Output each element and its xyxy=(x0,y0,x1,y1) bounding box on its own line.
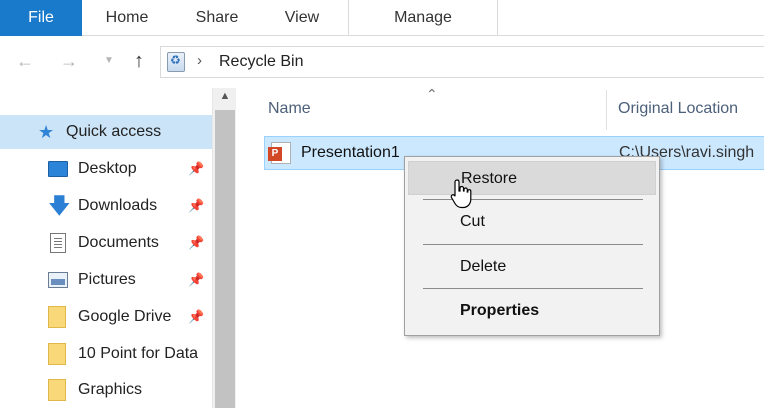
column-header-original-location[interactable]: Original Location xyxy=(618,94,738,124)
folder-icon xyxy=(48,343,66,365)
menu-divider xyxy=(423,288,643,289)
documents-icon xyxy=(50,233,66,253)
sidebar-item-label: Desktop xyxy=(78,160,137,177)
pin-icon: 📌 xyxy=(188,161,205,176)
arrow-up-icon: ↑ xyxy=(134,50,144,72)
scroll-thumb[interactable] xyxy=(215,110,235,408)
tab-file[interactable]: File xyxy=(0,0,82,36)
sidebar-item-label: Documents xyxy=(78,234,159,251)
sidebar-item-google-drive[interactable]: Google Drive 📌 xyxy=(0,300,212,334)
folder-icon xyxy=(48,379,66,401)
sort-ascending-icon: ⌃ xyxy=(426,86,438,102)
sidebar-item-downloads[interactable]: 🡇 Downloads 📌 xyxy=(0,189,212,223)
sidebar-item-desktop[interactable]: Desktop 📌 xyxy=(0,152,212,186)
file-name: Presentation1 xyxy=(301,144,400,161)
folder-icon xyxy=(48,306,66,328)
restore-menu-item[interactable]: Restore xyxy=(408,161,656,195)
navigation-scrollbar[interactable]: ▲ xyxy=(212,88,236,408)
sidebar-item-label: Quick access xyxy=(66,123,162,140)
tab-home[interactable]: Home xyxy=(92,0,162,36)
recent-locations-button[interactable]: ▼ xyxy=(96,46,122,76)
cut-menu-item[interactable]: Cut xyxy=(408,205,656,239)
back-button[interactable]: ← xyxy=(12,46,38,76)
column-divider[interactable] xyxy=(606,90,607,130)
menu-divider xyxy=(423,244,643,245)
navigation-bar: ← → ▼ ↑ › Recycle Bin xyxy=(0,36,764,88)
downloads-icon: 🡇 xyxy=(48,193,71,218)
address-path[interactable]: Recycle Bin xyxy=(219,53,303,71)
sidebar-item-label: Graphics xyxy=(78,381,143,398)
sidebar-item-pictures[interactable]: Pictures 📌 xyxy=(0,263,212,297)
tab-manage[interactable]: Manage xyxy=(348,0,498,36)
delete-menu-item[interactable]: Delete xyxy=(408,250,656,284)
arrow-left-icon: ← xyxy=(16,51,34,71)
column-header-name[interactable]: Name xyxy=(268,94,311,124)
pin-icon: 📌 xyxy=(188,235,205,250)
tab-share[interactable]: Share xyxy=(184,0,250,36)
sidebar-item-quick-access[interactable]: ★ Quick access xyxy=(0,115,212,149)
scroll-up-button[interactable]: ▲ xyxy=(213,90,237,108)
properties-menu-item[interactable]: Properties xyxy=(408,294,656,328)
desktop-icon xyxy=(48,161,68,177)
sidebar-item-label: Google Drive xyxy=(78,308,172,325)
arrow-right-icon: → xyxy=(60,51,78,71)
sidebar-item-label: Pictures xyxy=(78,271,136,288)
pin-icon: 📌 xyxy=(188,272,205,287)
powerpoint-file-icon xyxy=(268,142,291,164)
sidebar-item-graphics[interactable]: Graphics xyxy=(0,373,212,407)
up-button[interactable]: ↑ xyxy=(126,46,152,76)
navigation-pane: ★ Quick access Desktop 📌 🡇 Downloads 📌 D… xyxy=(0,88,236,408)
ribbon: File Home Share View Manage xyxy=(0,0,764,36)
chevron-right-icon[interactable]: › xyxy=(197,52,202,69)
pin-icon: 📌 xyxy=(188,198,205,213)
forward-button[interactable]: → xyxy=(56,46,82,76)
tab-view[interactable]: View xyxy=(272,0,332,36)
pictures-icon xyxy=(48,272,68,288)
hand-cursor-icon xyxy=(450,179,472,209)
pin-icon: 📌 xyxy=(188,309,205,324)
sidebar-item-label: Downloads xyxy=(78,197,158,214)
sidebar-item-label: 10 Point for Data xyxy=(78,345,199,362)
address-bar[interactable]: › Recycle Bin xyxy=(160,46,764,78)
sidebar-item-10-point-for-data[interactable]: 10 Point for Data xyxy=(0,337,212,371)
context-menu: Restore Cut Delete Properties xyxy=(404,156,660,336)
sidebar-item-documents[interactable]: Documents 📌 xyxy=(0,226,212,260)
recycle-bin-icon xyxy=(167,52,185,72)
chevron-down-icon: ▼ xyxy=(104,55,114,66)
star-icon: ★ xyxy=(38,122,55,142)
